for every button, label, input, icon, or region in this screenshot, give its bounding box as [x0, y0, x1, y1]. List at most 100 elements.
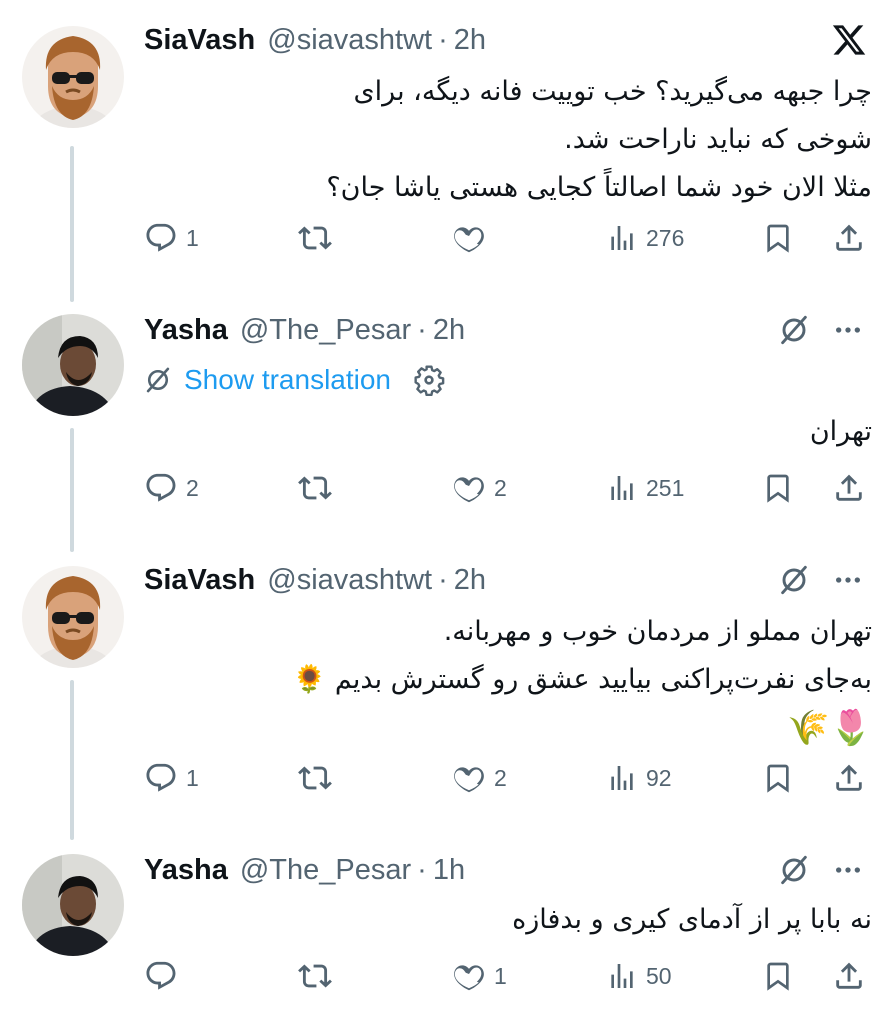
views-count: 50	[646, 962, 672, 989]
retweet-button[interactable]	[298, 468, 340, 508]
avatar[interactable]	[22, 26, 124, 128]
more-button[interactable]	[832, 310, 864, 350]
retweet-icon	[298, 221, 332, 255]
tweet-text: تهران	[144, 408, 872, 456]
bookmark-button[interactable]	[762, 468, 794, 508]
bookmark-button[interactable]	[762, 956, 794, 996]
retweet-button[interactable]	[298, 218, 340, 258]
bookmark-icon	[762, 222, 794, 254]
views-icon	[606, 222, 638, 254]
tweet-text-line: به‌جای نفرت‌پراکنی بیایید عشق رو گسترش ب…	[292, 664, 872, 695]
like-count: 2	[494, 474, 507, 501]
reply-button[interactable]	[144, 956, 186, 996]
tweet-text-line: چرا جبهه می‌گیرید؟ خب توییت فانه دیگه، ب…	[353, 76, 872, 107]
timestamp[interactable]: 2h	[433, 314, 465, 347]
user-handle[interactable]: @The_Pesar	[240, 314, 411, 347]
views-button[interactable]: 276	[606, 218, 684, 258]
share-icon	[832, 471, 866, 505]
heart-icon	[452, 959, 486, 993]
bookmark-button[interactable]	[762, 218, 794, 258]
like-count: 1	[494, 962, 507, 989]
views-count: 276	[646, 224, 685, 251]
grok-button[interactable]	[778, 850, 810, 890]
gear-icon[interactable]	[413, 364, 445, 396]
display-name[interactable]: Yasha	[144, 854, 228, 887]
retweet-button[interactable]	[298, 956, 340, 996]
grok-icon	[778, 854, 810, 886]
thread-line	[70, 146, 74, 302]
heart-icon	[452, 471, 486, 505]
more-icon	[832, 854, 864, 886]
tweet-header: Yasha @The_Pesar · 2h	[144, 310, 465, 350]
display-name[interactable]: SiaVash	[144, 564, 255, 597]
tweet-text: تهران مملو از مردمان خوب و مهربانه. به‌ج…	[144, 608, 872, 752]
like-button[interactable]: 2	[452, 758, 507, 798]
user-handle[interactable]: @siavashtwt	[267, 24, 432, 57]
tweet-text: نه بابا پر از آدمای کیری و بدفازه	[144, 896, 872, 944]
thread-line	[70, 428, 74, 552]
heart-icon	[452, 761, 486, 795]
retweet-icon	[298, 959, 332, 993]
views-button[interactable]: 50	[606, 956, 672, 996]
share-button[interactable]	[832, 758, 866, 798]
views-button[interactable]: 92	[606, 758, 672, 798]
reply-button[interactable]: 2	[144, 468, 199, 508]
tweet-header: SiaVash @siavashtwt · 2h	[144, 560, 486, 600]
timestamp[interactable]: 2h	[454, 564, 486, 597]
reply-icon	[144, 959, 178, 993]
timestamp[interactable]: 2h	[454, 24, 486, 57]
translate-icon	[144, 366, 172, 394]
retweet-icon	[298, 761, 332, 795]
share-button[interactable]	[832, 218, 866, 258]
views-button[interactable]: 251	[606, 468, 684, 508]
like-button[interactable]: 2	[452, 468, 507, 508]
more-button[interactable]	[832, 560, 864, 600]
bookmark-button[interactable]	[762, 758, 794, 798]
more-button[interactable]	[832, 850, 864, 890]
separator: ·	[417, 313, 427, 346]
reply-icon	[144, 471, 178, 505]
reply-button[interactable]: 1	[144, 218, 199, 258]
like-button[interactable]	[452, 218, 494, 258]
action-bar: 1 276	[144, 218, 872, 258]
tweet-header: Yasha @The_Pesar · 1h	[144, 850, 465, 890]
reply-count: 1	[186, 764, 199, 791]
separator: ·	[438, 563, 448, 596]
share-button[interactable]	[832, 468, 866, 508]
reply-button[interactable]: 1	[144, 758, 199, 798]
timestamp[interactable]: 1h	[433, 854, 465, 887]
display-name[interactable]: SiaVash	[144, 24, 255, 57]
avatar[interactable]	[22, 854, 124, 956]
avatar[interactable]	[22, 314, 124, 416]
reply-icon	[144, 761, 178, 795]
avatar[interactable]	[22, 566, 124, 668]
like-count: 2	[494, 764, 507, 791]
tweet-text-line: نه بابا پر از آدمای کیری و بدفازه	[512, 904, 872, 935]
grok-button[interactable]	[778, 310, 810, 350]
views-count: 251	[646, 474, 685, 501]
heart-icon	[452, 221, 486, 255]
views-count: 92	[646, 764, 672, 791]
views-icon	[606, 960, 638, 992]
tweet-text-line: 🌷🌾	[787, 708, 872, 748]
user-handle[interactable]: @The_Pesar	[240, 854, 411, 887]
share-icon	[832, 221, 866, 255]
show-translation-label[interactable]: Show translation	[184, 364, 391, 396]
more-icon	[832, 564, 864, 596]
grok-button[interactable]	[778, 560, 810, 600]
tweet-text-line: تهران مملو از مردمان خوب و مهربانه.	[443, 616, 872, 647]
user-handle[interactable]: @siavashtwt	[267, 564, 432, 597]
more-icon	[832, 314, 864, 346]
show-translation[interactable]: Show translation	[144, 360, 445, 400]
display-name[interactable]: Yasha	[144, 314, 228, 347]
tweet-text-line: تهران	[809, 416, 872, 447]
bookmark-icon	[762, 762, 794, 794]
x-logo-icon[interactable]	[830, 20, 868, 60]
separator: ·	[438, 23, 448, 56]
share-icon	[832, 761, 866, 795]
share-button[interactable]	[832, 956, 866, 996]
grok-icon	[778, 564, 810, 596]
grok-icon	[778, 314, 810, 346]
like-button[interactable]: 1	[452, 956, 507, 996]
retweet-button[interactable]	[298, 758, 340, 798]
